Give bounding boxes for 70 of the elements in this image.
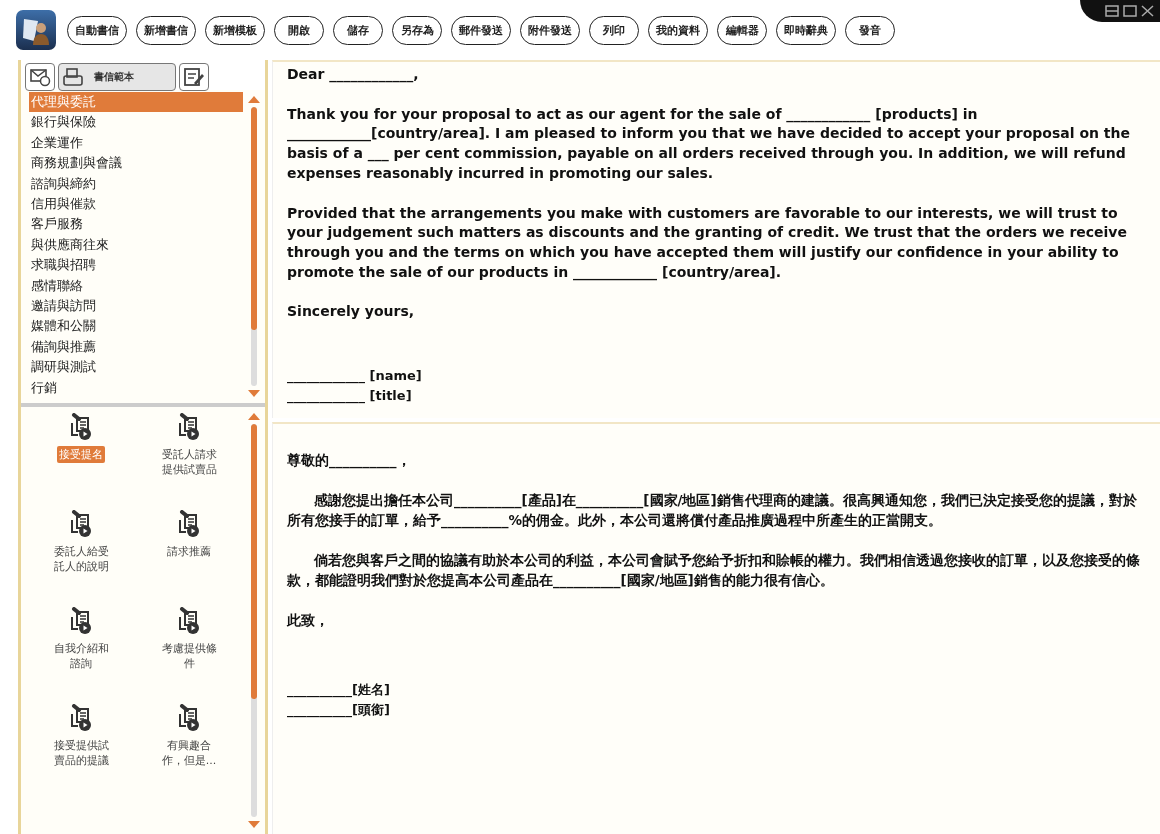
- letter-paragraph: 感謝您提出擔任本公司__________[產品]在__________[國家/地區]銷售代理商的建議。很高興通知您，我們已決定接受您的提議，對於所有您接手的訂單，給予__________%的佣金。此外，本公司還將償付產品推廣過程中所產生的正當開支。: [287, 491, 1138, 530]
- category-item[interactable]: 媒體和公關: [29, 316, 243, 337]
- printer-icon: [62, 67, 84, 87]
- toolbar-button[interactable]: 儲存: [333, 15, 383, 45]
- signature-line: __________[姓名]: [287, 681, 391, 700]
- signature-line: __________[頭銜]: [287, 700, 391, 719]
- closing-text: 此致，: [287, 611, 330, 630]
- category-item[interactable]: 諮詢與締約: [29, 173, 243, 195]
- maximize-icon[interactable]: [1123, 5, 1137, 17]
- document-gear-icon: [176, 704, 202, 732]
- toolbar-button[interactable]: 附件發送: [520, 15, 580, 45]
- template-item[interactable]: 委託人給受託人的說明: [47, 543, 115, 575]
- side-tab[interactable]: [179, 63, 209, 91]
- toolbar-button[interactable]: 編輯器: [717, 15, 767, 45]
- template-item[interactable]: 請求推薦: [155, 543, 223, 560]
- category-item[interactable]: 備詢與推薦: [29, 336, 243, 358]
- category-item[interactable]: 銀行與保險: [29, 112, 243, 133]
- category-item[interactable]: 商務規劃與會議: [29, 153, 243, 174]
- toolbar-button[interactable]: 我的資料: [648, 15, 708, 45]
- scrollbar[interactable]: [251, 107, 257, 386]
- category-item[interactable]: 邀請與訪問: [29, 296, 243, 317]
- scrollbar[interactable]: [251, 424, 257, 817]
- scroll-up-icon[interactable]: [248, 413, 260, 420]
- scroll-down-icon[interactable]: [248, 390, 260, 397]
- letter-paragraph: 倘若您與客戶之間的協議有助於本公司的利益，本公司會賦予您給予折扣和賒帳的權力。我們相信透過您接收的訂單，以及您接受的條款，都能證明我們對於您提高本公司產品在__________[國家/地區]銷售的能力很有信心。: [287, 551, 1141, 590]
- category-item[interactable]: 行銷: [29, 377, 243, 399]
- category-item[interactable]: 企業運作: [29, 132, 243, 154]
- minimize-icon[interactable]: [1105, 5, 1119, 17]
- template-item[interactable]: 受託人請求提供試賣品: [155, 446, 223, 478]
- toolbar-button[interactable]: 即時辭典: [776, 15, 836, 45]
- toolbar-button[interactable]: 發音: [845, 15, 895, 45]
- salutation-text: Dear ____________,: [287, 65, 420, 85]
- document-gear-icon: [68, 607, 94, 635]
- document-gear-icon: [68, 510, 94, 538]
- toolbar-button[interactable]: 另存為: [392, 15, 442, 45]
- document-gear-icon: [68, 413, 94, 441]
- closing-text: Sincerely yours,: [287, 302, 416, 322]
- app-logo-icon[interactable]: [16, 10, 56, 50]
- template-item[interactable]: 接受提供試賣品的提議: [47, 737, 115, 769]
- document-gear-icon: [176, 413, 202, 441]
- template-item[interactable]: 自我介紹和諮詢: [47, 640, 115, 672]
- notepad-pencil-icon: [183, 67, 205, 87]
- toolbar-button[interactable]: 新增模板: [205, 15, 265, 45]
- category-item[interactable]: 客戶服務: [29, 214, 243, 235]
- toolbar-button[interactable]: 自動書信: [67, 15, 127, 45]
- toolbar-button[interactable]: 郵件發送: [451, 15, 511, 45]
- category-item[interactable]: 與供應商往來: [29, 234, 243, 256]
- close-icon[interactable]: [1141, 5, 1154, 17]
- document-gear-icon: [176, 607, 202, 635]
- scroll-up-icon[interactable]: [248, 96, 260, 103]
- envelope-clock-icon: [29, 67, 51, 87]
- letter-paragraph: Provided that the arrangements you make with customers are favorable to our interests, we will trust to your judgement such matters as discounts and the granting of credit. We trust that the orders we receive through you and the terms on which you have accepted them will justify our confidence in your ability to promote the sale of our products in ____________ [country/area].: [287, 203, 1128, 283]
- category-item[interactable]: 求職與招聘: [29, 255, 243, 276]
- document-gear-icon: [68, 704, 94, 732]
- letter-paragraph: Thank you for your proposal to act as our agent for the sale of ____________ [products] in ____________[country/area]. I am pleased to inform you that we have decided to accept your proposal on the basis of a ___ per cent commission, payable on all orders received through you. In addition, we will refund expenses reasonably incurred in promoting our sales.: [287, 104, 1132, 183]
- template-item[interactable]: 考慮提供條件: [155, 640, 223, 672]
- document-gear-icon: [176, 510, 202, 538]
- toolbar-button[interactable]: 列印: [589, 15, 639, 45]
- scroll-down-icon[interactable]: [248, 821, 260, 828]
- toolbar-button[interactable]: 新增書信: [136, 15, 196, 45]
- category-item[interactable]: 感情聯絡: [29, 275, 243, 297]
- signature-line: ____________ [title]: [287, 386, 413, 406]
- category-item[interactable]: 調研與測試: [29, 357, 243, 378]
- category-item[interactable]: 信用與催款: [29, 194, 243, 215]
- signature-line: ____________ [name]: [287, 367, 423, 386]
- toolbar-button[interactable]: 開啟: [274, 15, 324, 45]
- template-item[interactable]: 有興趣合作，但是...: [155, 737, 223, 769]
- salutation-text: 尊敬的__________，: [287, 451, 412, 470]
- side-tab[interactable]: [25, 63, 55, 91]
- templates-tab[interactable]: 書信範本: [58, 63, 176, 91]
